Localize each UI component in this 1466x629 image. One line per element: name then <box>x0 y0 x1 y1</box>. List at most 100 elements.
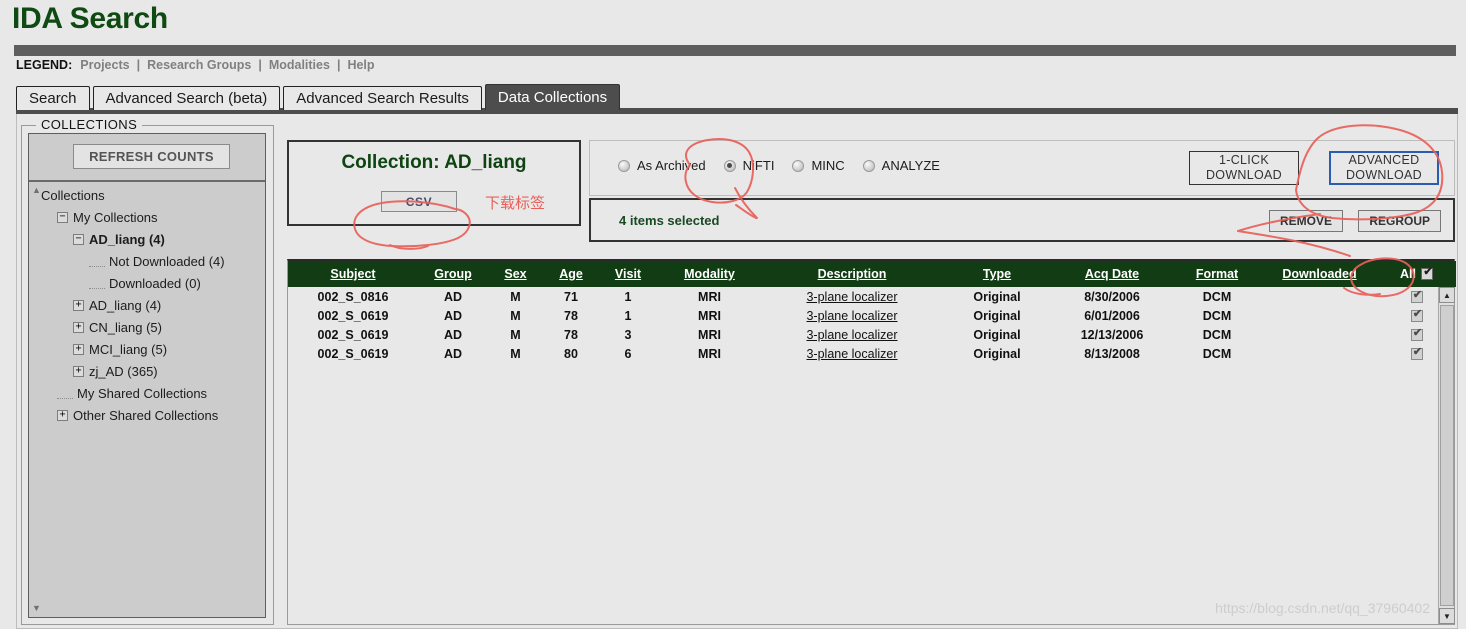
column-header-acq-date[interactable]: Acq Date <box>1052 261 1172 287</box>
column-header-group[interactable]: Group <box>418 261 488 287</box>
tree-expand-icon[interactable]: + <box>73 321 84 333</box>
row-select-checkbox[interactable] <box>1410 346 1424 361</box>
tree-node[interactable]: Not Downloaded (4) <box>41 250 265 272</box>
column-header-downloaded[interactable]: Downloaded <box>1262 261 1377 287</box>
tree-node-label[interactable]: Collections <box>41 188 105 203</box>
column-header-format[interactable]: Format <box>1172 261 1262 287</box>
tree-node[interactable]: − My Collections <box>41 206 265 228</box>
column-header-label[interactable]: Age <box>559 267 583 281</box>
column-header-age[interactable]: Age <box>543 261 599 287</box>
tree-node-label[interactable]: AD_liang (4) <box>89 232 165 247</box>
table-row[interactable]: 002_S_0619 AD M 78 3 MRI 3-plane localizer Orig… <box>288 325 1456 344</box>
tree-node-label[interactable]: CN_liang (5) <box>89 320 162 335</box>
tree-node-label[interactable]: MCI_liang (5) <box>89 342 167 357</box>
radio-icon[interactable] <box>862 159 875 172</box>
tree-node-label[interactable]: zj_AD (365) <box>89 364 158 379</box>
tree-expand-icon[interactable]: + <box>73 299 84 311</box>
table-row[interactable]: 002_S_0619 AD M 80 6 MRI 3-plane localizer Orig… <box>288 344 1456 363</box>
tree-node-label[interactable]: My Collections <box>73 210 158 225</box>
column-header-type[interactable]: Type <box>942 261 1052 287</box>
advanced-download-button[interactable]: ADVANCED DOWNLOAD <box>1329 151 1439 185</box>
remove-button[interactable]: REMOVE <box>1268 210 1343 232</box>
cell-description[interactable]: 3-plane localizer <box>762 344 942 363</box>
one-click-download-button[interactable]: 1-CLICK DOWNLOAD <box>1189 151 1299 185</box>
legend-link-projects[interactable]: Projects <box>80 58 129 72</box>
scrollbar-thumb[interactable] <box>1440 305 1454 606</box>
regroup-button[interactable]: REGROUP <box>1358 210 1441 232</box>
radio-option-analyze[interactable]: ANALYZE <box>862 158 940 173</box>
radio-option-minc[interactable]: MINC <box>792 158 845 173</box>
column-header-label[interactable]: Acq Date <box>1085 267 1139 281</box>
tab-advanced-search[interactable]: Advanced Search (beta) <box>92 86 281 110</box>
tree-node[interactable]: + MCI_liang (5) <box>41 338 265 360</box>
description-link[interactable]: 3-plane localizer <box>806 309 897 323</box>
radio-icon[interactable] <box>792 159 805 172</box>
tree-node[interactable]: + zj_AD (365) <box>41 360 265 382</box>
scroll-down-icon[interactable]: ▼ <box>1439 608 1455 624</box>
radio-icon-selected[interactable] <box>723 159 736 172</box>
tree-node[interactable]: + CN_liang (5) <box>41 316 265 338</box>
tree-node-label[interactable]: AD_liang (4) <box>89 298 161 313</box>
column-header-subject[interactable]: Subject <box>288 261 418 287</box>
column-header-label[interactable]: Sex <box>504 267 526 281</box>
radio-option-as-archived[interactable]: As Archived <box>618 158 706 173</box>
tree-node[interactable]: Collections <box>41 184 265 206</box>
cell-description[interactable]: 3-plane localizer <box>762 306 942 325</box>
tree-node-label[interactable]: Not Downloaded (4) <box>109 254 225 269</box>
tree-expand-icon[interactable]: + <box>57 409 68 421</box>
tab-data-collections[interactable]: Data Collections <box>484 84 621 110</box>
tree-node[interactable]: + Other Shared Collections <box>41 404 265 426</box>
tree-node[interactable]: + AD_liang (4) <box>41 294 265 316</box>
column-header-sex[interactable]: Sex <box>488 261 543 287</box>
column-header-visit[interactable]: Visit <box>599 261 657 287</box>
column-header-label[interactable]: Type <box>983 267 1011 281</box>
radio-icon[interactable] <box>618 159 630 172</box>
tree-node[interactable]: Downloaded (0) <box>41 272 265 294</box>
tab-search[interactable]: Search <box>16 86 90 110</box>
tree-node-label[interactable]: My Shared Collections <box>77 386 207 401</box>
legend-link-help[interactable]: Help <box>347 58 374 72</box>
radio-label: As Archived <box>637 158 706 173</box>
tree-leaf-connector <box>89 287 105 289</box>
tree-collapse-icon[interactable]: − <box>73 233 84 245</box>
legend-link-modalities[interactable]: Modalities <box>269 58 330 72</box>
csv-export-button[interactable]: CSV <box>381 191 457 212</box>
description-link[interactable]: 3-plane localizer <box>806 347 897 361</box>
tree-node[interactable]: − AD_liang (4) <box>41 228 265 250</box>
column-header-description[interactable]: Description <box>762 261 942 287</box>
column-header-label[interactable]: Format <box>1196 267 1238 281</box>
column-header-label[interactable]: Downloaded <box>1282 267 1356 281</box>
table-row[interactable]: 002_S_0816 AD M 71 1 MRI 3-plane localizer Orig… <box>288 287 1456 306</box>
refresh-counts-button[interactable]: REFRESH COUNTS <box>73 144 230 169</box>
tree-expand-icon[interactable]: + <box>73 365 84 377</box>
row-select-checkbox[interactable] <box>1410 289 1424 304</box>
table-row[interactable]: 002_S_0619 AD M 78 1 MRI 3-plane localizer Orig… <box>288 306 1456 325</box>
column-header-select-all[interactable]: All <box>1377 261 1456 287</box>
row-select-checkbox[interactable] <box>1410 327 1424 342</box>
row-select-checkbox[interactable] <box>1410 308 1424 323</box>
description-link[interactable]: 3-plane localizer <box>806 328 897 342</box>
tab-advanced-search-results[interactable]: Advanced Search Results <box>283 86 482 110</box>
select-all-checkbox[interactable] <box>1420 266 1434 280</box>
scroll-up-icon[interactable]: ▲ <box>1439 287 1455 303</box>
cell-acq-date: 8/13/2008 <box>1084 346 1140 361</box>
column-header-label[interactable]: Subject <box>330 267 375 281</box>
tree-node-label[interactable]: Downloaded (0) <box>109 276 201 291</box>
tree-expand-icon[interactable]: + <box>73 343 84 355</box>
column-header-label[interactable]: Modality <box>684 267 735 281</box>
tree-node-label[interactable]: Other Shared Collections <box>73 408 218 423</box>
cell-description[interactable]: 3-plane localizer <box>762 325 942 344</box>
column-header-label[interactable]: Visit <box>615 267 641 281</box>
results-table-scrollbar[interactable]: ▲ ▼ <box>1438 287 1455 624</box>
tree-node[interactable]: My Shared Collections <box>41 382 265 404</box>
column-header-label[interactable]: Group <box>434 267 472 281</box>
cell-description[interactable]: 3-plane localizer <box>762 287 942 306</box>
tree-scroll-down-arrow[interactable]: ▼ <box>32 603 41 613</box>
column-header-label[interactable]: Description <box>818 267 887 281</box>
legend-link-research-groups[interactable]: Research Groups <box>147 58 251 72</box>
tree-collapse-icon[interactable]: − <box>57 211 68 223</box>
description-link[interactable]: 3-plane localizer <box>806 290 897 304</box>
column-header-modality[interactable]: Modality <box>657 261 762 287</box>
radio-option-nifti[interactable]: NiFTI <box>723 158 774 173</box>
tree-scroll-up-arrow[interactable]: ▲ <box>32 185 41 195</box>
